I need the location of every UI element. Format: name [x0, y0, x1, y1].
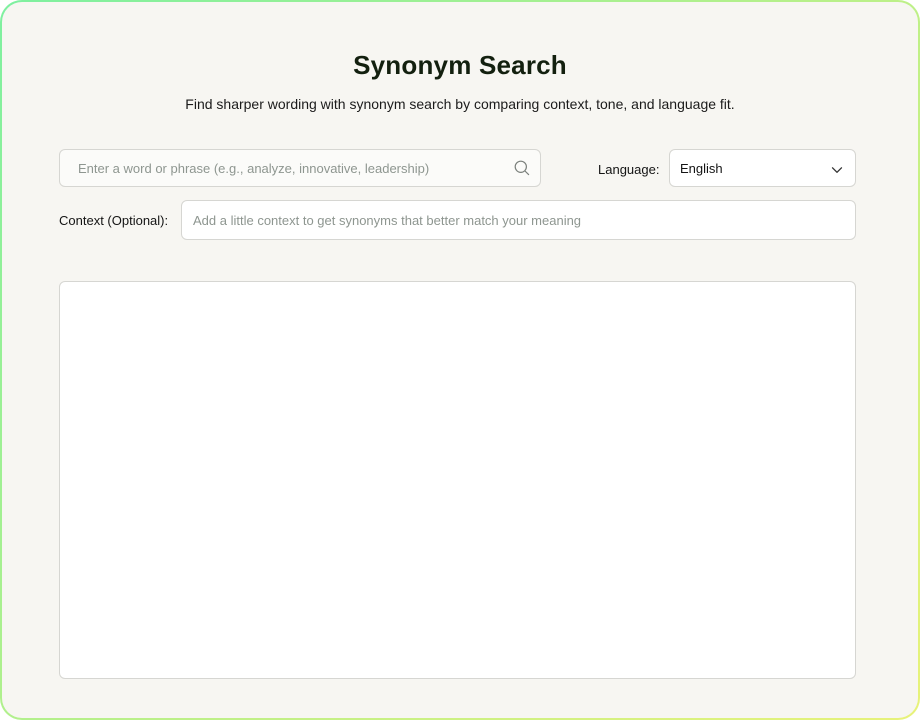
- page-title: Synonym Search: [353, 50, 567, 80]
- language-select[interactable]: English: [669, 149, 856, 187]
- search-input[interactable]: [60, 150, 500, 186]
- chevron-down-icon: [831, 163, 843, 175]
- language-selected-value: English: [680, 161, 723, 176]
- language-label: Language:: [598, 162, 660, 177]
- search-box: [59, 149, 541, 187]
- app-frame: Synonym Search Find sharper wording with…: [0, 0, 920, 720]
- page-subtitle: Find sharper wording with synonym search…: [185, 96, 735, 112]
- context-input[interactable]: [181, 200, 856, 240]
- context-label: Context (Optional):: [59, 213, 169, 228]
- search-icon[interactable]: [514, 160, 530, 176]
- results-panel: [59, 281, 856, 679]
- synonym-search-card: Synonym Search Find sharper wording with…: [2, 2, 918, 718]
